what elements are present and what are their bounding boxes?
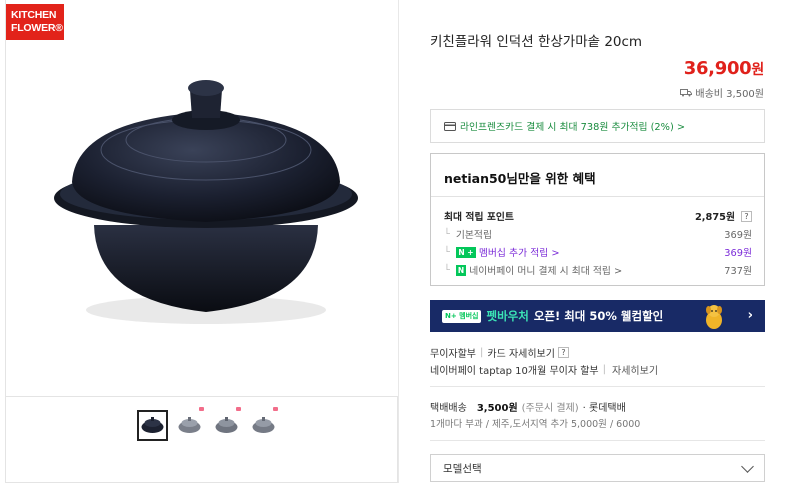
pet-voucher-banner[interactable]: N+ 멤버십 펫바우처 오픈! 최대 50% 웰컴할인 › (430, 300, 765, 332)
naver-plus-icon: N + (455, 246, 476, 258)
thumbnail-pot-icon (178, 416, 201, 433)
section-divider (430, 440, 765, 441)
thumbnail-4[interactable] (248, 407, 279, 441)
banner-text: 오픈! 최대 50% 웰컴할인 (533, 309, 664, 323)
delivery-extra: 1개마다 부과 / 제주,도서지역 추가 5,000원 / 6000 (430, 419, 641, 430)
shipping-fee: 배송비 3,500원 (680, 85, 764, 100)
installment-label: 무이자할부 (430, 349, 476, 360)
installment-detail-link[interactable]: 자세히보기 (612, 362, 658, 377)
product-title: 키친플라워 인덕션 한상가마솥 20cm (430, 34, 643, 50)
credit-card-icon (444, 121, 456, 131)
benefit-row-npay[interactable]: └ N 네이버페이 머니 결제 시 최대 적립 > 737원 (444, 263, 752, 277)
chevron-down-icon (741, 460, 754, 473)
max-points-label: 최대 적립 포인트 (444, 212, 514, 223)
model-select-placeholder: 모델선택 (443, 462, 482, 475)
card-promo-link[interactable]: 라인프렌즈카드 결제 시 최대 738원 추가적립 (2%) > (430, 109, 765, 143)
thumbnail-pot-icon (141, 416, 164, 433)
help-icon[interactable]: ? (741, 210, 752, 222)
dog-icon (706, 305, 722, 329)
product-gallery: KITCHEN FLOWER® (5, 0, 399, 483)
logo-line2: FLOWER® (11, 22, 63, 34)
brand-logo: KITCHEN FLOWER® (6, 4, 64, 40)
price-unit: 원 (751, 62, 764, 78)
column-divider (398, 0, 399, 483)
thumbnail-strip (137, 407, 279, 441)
benefit-row-label: 네이버페이 머니 결제 시 최대 적립 > (469, 266, 623, 277)
benefit-row-membership[interactable]: └ N + 멤버십 추가 적립 > 369원 (444, 245, 752, 259)
separator: | (602, 364, 607, 375)
max-points-value: 2,875원 (694, 212, 735, 223)
thumbnail-pot-icon (215, 416, 238, 433)
membership-tag: N+ 멤버십 (442, 309, 482, 323)
benefit-row-value: 369원 (724, 230, 752, 241)
benefit-row-label: 멤버십 추가 적립 > (478, 248, 560, 259)
card-promo-text: 라인프렌즈카드 결제 시 최대 738원 추가적립 (2%) > (460, 122, 686, 133)
delivery-fee: 3,500원 (476, 403, 518, 414)
price-value: 36,900 (683, 58, 752, 79)
tree-connector-icon: └ (444, 246, 450, 258)
benefit-row-value: 369원 (724, 248, 752, 259)
installment-row: 무이자할부 | 카드 자세히보기 ? (430, 345, 569, 360)
section-divider (430, 386, 765, 387)
delivery-label: 택배배송 (430, 403, 467, 414)
banner-highlight: 펫바우처 (486, 309, 529, 323)
max-points-row: 최대 적립 포인트 2,875원 ? (444, 209, 752, 223)
card-detail-link[interactable]: 카드 자세히보기 (487, 345, 555, 360)
shipping-fee-text: 배송비 3,500원 (695, 89, 764, 100)
pot-image (54, 80, 358, 324)
naver-pay-icon: N (455, 264, 467, 276)
product-main-image[interactable]: KITCHEN FLOWER® (6, 0, 399, 397)
thumbnail-3[interactable] (211, 407, 242, 441)
benefit-divider (431, 196, 764, 197)
delivery-row: 택배배송 3,500원 (주문시 결제) · 롯데택배 (430, 399, 626, 414)
benefit-row-label: 기본적립 (455, 230, 492, 241)
benefit-box: netian50님만을 위한 혜택 최대 적립 포인트 2,875원 ? └ 기본… (430, 153, 765, 286)
thumbnail-1[interactable] (137, 410, 168, 441)
delivery-carrier: · 롯데택배 (582, 403, 626, 414)
help-icon[interactable]: ? (557, 347, 569, 358)
truck-icon (680, 89, 693, 97)
benefit-row-value: 737원 (724, 266, 752, 277)
thumbnail-2[interactable] (174, 407, 205, 441)
logo-line1: KITCHEN (11, 9, 57, 21)
benefit-title: netian50님만을 위한 혜택 (444, 171, 596, 186)
separator: | (480, 347, 484, 358)
installment-npay-row: 네이버페이 taptap 10개월 무이자 할부 | 자세히보기 (430, 362, 658, 377)
product-price: 36,900원 (683, 58, 765, 79)
delivery-note: (주문시 결제) (521, 403, 579, 414)
benefit-row-basic: └ 기본적립 369원 (444, 227, 752, 242)
installment-npay-text: 네이버페이 taptap 10개월 무이자 할부 (430, 366, 599, 377)
thumbnail-pot-icon (252, 416, 275, 433)
model-select[interactable]: 모델선택 (430, 454, 765, 482)
tree-connector-icon: └ (444, 228, 450, 240)
chevron-right-icon: › (747, 308, 753, 323)
tree-connector-icon: └ (444, 264, 450, 276)
